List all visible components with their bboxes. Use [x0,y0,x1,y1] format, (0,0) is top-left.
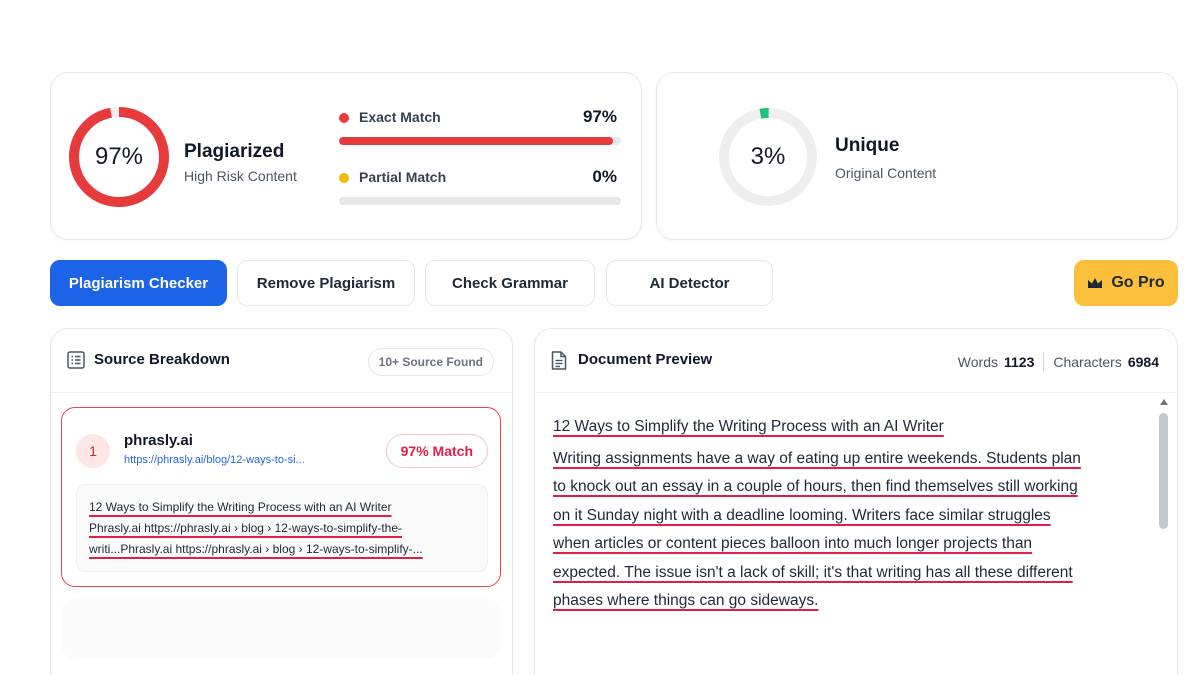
document-text[interactable]: 12 Ways to Simplify the Writing Process … [553,413,1135,616]
plagiarism-ring-chart: 97% [67,105,171,209]
source-match-badge: 97% Match [385,434,488,468]
scrollbar-thumb[interactable] [1159,413,1168,529]
exact-match-label: Exact Match [359,109,441,125]
document-line: Writing assignments have a way of eating… [553,449,1081,467]
unique-summary-card: 3% Unique Original Content [656,72,1178,240]
document-preview-title: Document Preview [578,351,713,368]
document-scrollbar[interactable] [1159,399,1169,619]
document-stats: Words 1123 Characters 6984 [958,353,1159,371]
exact-match-bar [339,137,621,145]
source-breakdown-panel: Source Breakdown 10+ Source Found 1 phra… [50,328,513,675]
exact-match-dot [339,113,349,123]
sources-found-badge: 10+ Source Found [367,348,494,376]
words-label: Words [957,354,998,370]
document-line: when articles or content pieces balloon … [553,535,1033,552]
unique-percent: 3% [750,143,786,170]
document-line: phases where things can go sideways. [553,592,819,609]
plagiarism-percent: 97% [94,143,144,170]
scroll-up-arrow-icon[interactable] [1160,399,1168,405]
tab-remove-plagiarism[interactable]: Remove Plagiarism [237,260,415,306]
snippet-line: 12 Ways to Simplify the Writing Process … [89,500,392,514]
unique-title: Unique [835,135,900,156]
partial-match-row: Partial Match 0% [339,167,621,189]
plagiarism-summary-card: 97% Plagiarized High Risk Content Exact … [50,72,642,240]
document-line: expected. The issue isn't a lack of skil… [553,563,1073,581]
partial-match-dot [339,173,349,183]
plagiarism-subtitle: High Risk Content [184,168,297,184]
document-line: to knock out an essay in a couple of hou… [553,478,1078,495]
partial-match-value: 0% [592,167,617,186]
document-preview-header: Document Preview Words 1123 Characters 6… [535,329,1177,393]
source-item-next[interactable] [61,599,501,659]
source-name: phrasly.ai [124,432,193,449]
source-item[interactable]: 1 phrasly.ai https://phrasly.ai/blog/12-… [61,407,501,587]
unique-ring-chart: 3% [717,106,819,208]
exact-match-row: Exact Match 97% [339,107,621,129]
source-url-link[interactable]: https://phrasly.ai/blog/12-ways-to-si... [124,454,305,466]
snippet-line: Phrasly.ai https://phrasly.ai › blog › 1… [89,521,402,535]
tab-ai-detector[interactable]: AI Detector [606,260,773,306]
source-breakdown-header: Source Breakdown 10+ Source Found [51,329,512,393]
go-pro-label: Go Pro [1111,274,1165,291]
unique-subtitle: Original Content [835,165,937,181]
document-heading: 12 Ways to Simplify the Writing Process … [553,418,944,435]
exact-match-value: 97% [582,107,617,126]
characters-count: 6984 [1127,354,1159,370]
snippet-line: writi...Phrasly.ai https://phrasly.ai › … [89,542,423,556]
source-breakdown-title: Source Breakdown [94,351,230,368]
list-icon [67,351,85,369]
source-snippet: 12 Ways to Simplify the Writing Process … [76,484,488,572]
exact-match-bar-fill [339,137,613,145]
tab-plagiarism-checker[interactable]: Plagiarism Checker [50,260,227,306]
tab-check-grammar[interactable]: Check Grammar [425,260,595,306]
characters-label: Characters [1053,354,1122,370]
partial-match-label: Partial Match [359,169,447,185]
document-line: on it Sunday night with a deadline loomi… [553,506,1051,524]
go-pro-button[interactable]: Go Pro [1074,260,1178,306]
words-count: 1123 [1004,354,1035,370]
crown-icon [1088,277,1103,288]
document-preview-panel: Document Preview Words 1123 Characters 6… [534,328,1178,675]
source-number: 1 [76,434,110,468]
partial-match-bar [339,197,621,205]
document-icon [551,351,567,370]
plagiarism-title: Plagiarized [184,141,285,162]
stats-divider [1043,353,1045,371]
